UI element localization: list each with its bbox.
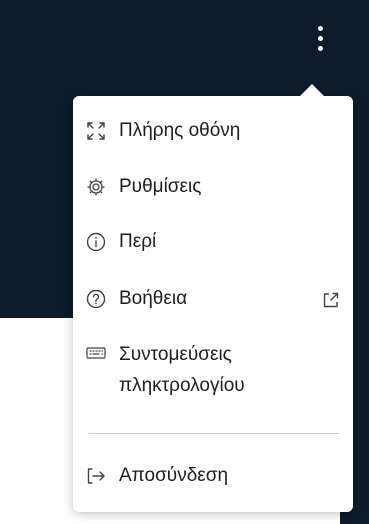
external-link-icon	[322, 290, 340, 308]
menu-item-label: Πλήρης οθόνη	[119, 120, 241, 141]
menu-item-about[interactable]: Περί	[73, 228, 353, 256]
logout-icon	[84, 462, 108, 490]
menu-item-settings[interactable]: Ρυθμίσεις	[73, 173, 353, 201]
menu-item-label: Συντομεύσεις πληκτρολογίου	[119, 344, 245, 396]
more-options-button[interactable]	[306, 18, 334, 58]
more-vertical-icon-dot	[317, 35, 323, 41]
info-icon	[84, 228, 108, 256]
menu-item-label: Περί	[119, 231, 157, 252]
fullscreen-icon	[84, 117, 108, 145]
gear-icon	[84, 173, 108, 201]
menu-caret	[299, 84, 325, 97]
help-icon	[84, 285, 108, 313]
menu-item-fullscreen[interactable]: Πλήρης οθόνη	[73, 117, 353, 145]
app-page: Πλήρης οθόνη Ρυθμίσεις Περί Βοήθεια Συντ…	[0, 0, 369, 524]
menu-item-keyboard-shortcuts[interactable]: Συντομεύσεις πληκτρολογίου	[73, 339, 353, 401]
keyboard-icon	[84, 339, 108, 367]
menu-item-label: Βοήθεια	[119, 288, 188, 309]
menu-item-label: Ρυθμίσεις	[119, 176, 202, 197]
more-vertical-icon	[317, 25, 323, 31]
overflow-menu: Πλήρης οθόνη Ρυθμίσεις Περί Βοήθεια Συντ…	[73, 84, 353, 512]
menu-item-logout[interactable]: Αποσύνδεση	[73, 462, 353, 490]
menu-divider	[89, 433, 339, 434]
menu-item-label: Αποσύνδεση	[119, 465, 229, 486]
menu-item-help[interactable]: Βοήθεια	[73, 285, 353, 313]
more-vertical-icon-dot	[317, 45, 323, 51]
